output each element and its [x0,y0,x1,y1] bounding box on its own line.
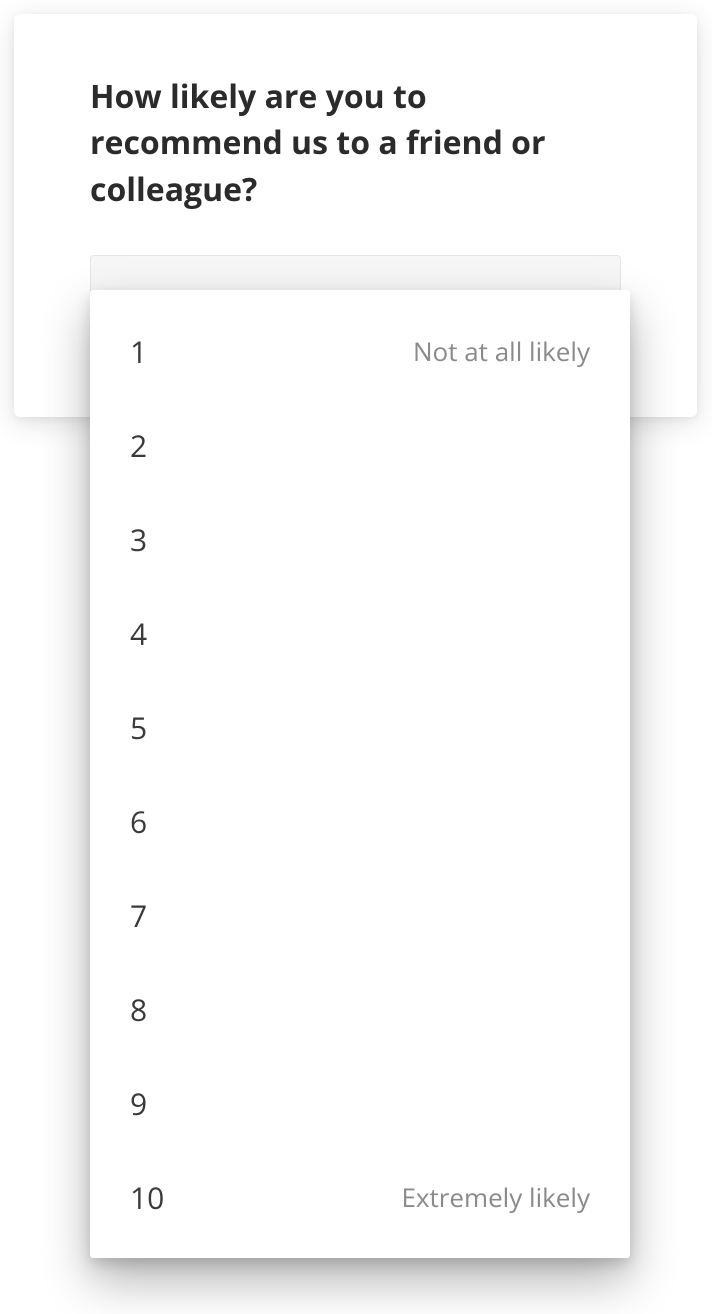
option-hint: Extremely likely [401,1179,590,1215]
option-number: 9 [130,1083,147,1124]
option-number: 7 [130,895,147,936]
option-number: 10 [130,1177,164,1218]
option-number: 4 [130,613,147,654]
option-number: 3 [130,519,147,560]
survey-question: How likely are you to recommend us to a … [90,74,621,213]
option-hint: Not at all likely [413,333,590,369]
option-number: 2 [130,425,147,466]
option-number: 8 [130,989,147,1030]
rating-option-8[interactable]: 8 [90,962,630,1056]
rating-option-3[interactable]: 3 [90,492,630,586]
rating-option-2[interactable]: 2 [90,398,630,492]
rating-option-10[interactable]: 10 Extremely likely [90,1150,630,1244]
option-number: 6 [130,801,147,842]
option-number: 1 [130,331,147,372]
rating-option-4[interactable]: 4 [90,586,630,680]
rating-option-7[interactable]: 7 [90,868,630,962]
option-number: 5 [130,707,147,748]
rating-option-1[interactable]: 1 Not at all likely [90,304,630,398]
rating-option-9[interactable]: 9 [90,1056,630,1150]
rating-dropdown: 1 Not at all likely 2 3 4 5 6 7 8 9 10 E… [90,290,630,1258]
rating-option-5[interactable]: 5 [90,680,630,774]
rating-option-6[interactable]: 6 [90,774,630,868]
